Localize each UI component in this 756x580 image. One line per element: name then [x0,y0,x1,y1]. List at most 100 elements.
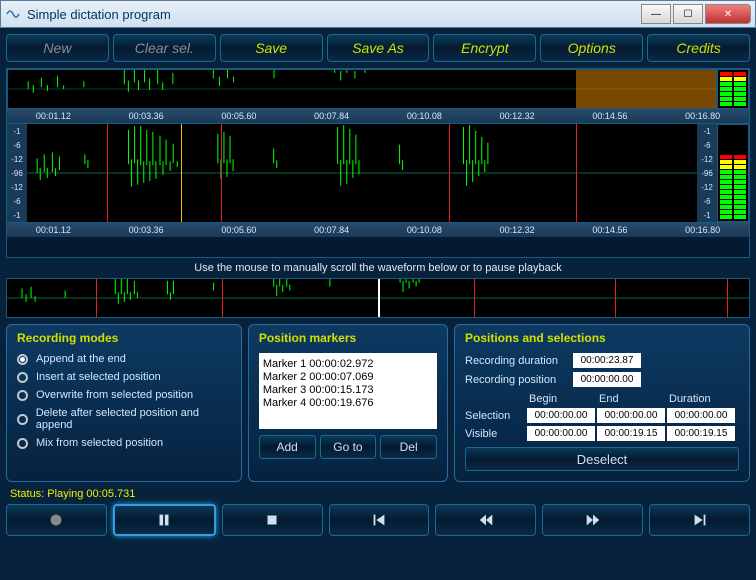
visible-duration-value: 00:00:19.15 [667,426,735,441]
db-tick: -12 [11,183,23,192]
window-title: Simple dictation program [27,7,639,22]
begin-header: Begin [529,393,597,405]
scroll-cursor [378,279,380,317]
ruler-tick: 00:16.80 [656,225,749,235]
positions-panel: Positions and selections Recording durat… [454,324,750,482]
record-button[interactable] [6,504,107,536]
visible-begin-value: 00:00:00.00 [527,426,595,441]
window-minimize-button[interactable]: — [641,4,671,24]
position-markers-title: Position markers [259,331,437,345]
skip-start-button[interactable] [329,504,430,536]
db-tick: -6 [13,141,20,150]
clear-selection-button[interactable]: Clear sel. [113,34,216,62]
db-tick: -1 [703,127,710,136]
radio-icon [17,372,28,383]
recording-mode-option[interactable]: Insert at selected position [17,371,231,383]
save-as-button[interactable]: Save As [327,34,430,62]
transport-bar [6,504,750,536]
radio-icon [17,414,28,425]
db-scale-right: -1-6-12-96-12-6-1 [697,124,717,222]
time-ruler-top: 00:01.1200:03.3600:05.6000:07.8400:10.08… [7,109,749,123]
deselect-button[interactable]: Deselect [465,447,739,471]
recording-mode-label: Overwrite from selected position [36,389,193,401]
window-close-button[interactable]: ✕ [705,4,751,24]
marker-line [221,124,222,222]
db-tick: -6 [703,141,710,150]
selection-end-value: 00:00:00.00 [597,408,665,423]
rewind-button[interactable] [435,504,536,536]
recording-mode-label: Delete after selected position and appen… [36,407,231,431]
db-tick: -12 [701,155,713,164]
overview-selection-region [576,70,716,108]
recording-mode-label: Append at the end [36,353,126,365]
recording-mode-label: Mix from selected position [36,437,163,449]
recording-duration-label: Recording duration [465,355,573,367]
db-tick: -1 [703,211,710,220]
marker-line [449,124,450,222]
ruler-tick: 00:01.12 [7,225,100,235]
db-tick: -1 [13,211,20,220]
ruler-tick: 00:12.32 [471,111,564,121]
marker-line [96,279,97,317]
marker-line [576,124,577,222]
db-tick: -12 [701,183,713,192]
visible-end-value: 00:00:19.15 [597,426,665,441]
marker-line [474,279,475,317]
positions-title: Positions and selections [465,331,739,345]
recording-modes-panel: Recording modes Append at the endInsert … [6,324,242,482]
marker-item[interactable]: Marker 1 00:00:02.972 [263,358,433,370]
new-button[interactable]: New [6,34,109,62]
window-maximize-button[interactable]: ☐ [673,4,703,24]
scroll-hint-text: Use the mouse to manually scroll the wav… [6,262,750,274]
db-tick: -96 [701,169,713,178]
credits-button[interactable]: Credits [647,34,750,62]
duration-header: Duration [669,393,737,405]
skip-end-button[interactable] [649,504,750,536]
marker-line [222,279,223,317]
ruler-tick: 00:07.84 [285,111,378,121]
db-tick: -6 [13,197,20,206]
level-meter-right [717,124,749,222]
ruler-tick: 00:10.08 [378,111,471,121]
position-markers-panel: Position markers Marker 1 00:00:02.972Ma… [248,324,448,482]
ruler-tick: 00:10.08 [378,225,471,235]
waveform-overview[interactable] [7,69,717,109]
selection-duration-value: 00:00:00.00 [667,408,735,423]
recording-mode-option[interactable]: Delete after selected position and appen… [17,407,231,431]
recording-position-label: Recording position [465,374,573,386]
recording-mode-option[interactable]: Mix from selected position [17,437,231,449]
marker-delete-button[interactable]: Del [380,435,437,459]
marker-item[interactable]: Marker 4 00:00:19.676 [263,397,433,409]
recording-mode-option[interactable]: Overwrite from selected position [17,389,231,401]
ruler-tick: 00:03.36 [100,225,193,235]
stop-button[interactable] [222,504,323,536]
playback-cursor [181,124,182,222]
db-tick: -1 [13,127,20,136]
encrypt-button[interactable]: Encrypt [433,34,536,62]
recording-mode-option[interactable]: Append at the end [17,353,231,365]
ruler-tick: 00:03.36 [100,111,193,121]
window-titlebar: Simple dictation program — ☐ ✕ [0,0,756,28]
main-toolbar: New Clear sel. Save Save As Encrypt Opti… [6,34,750,62]
forward-button[interactable] [542,504,643,536]
ruler-tick: 00:01.12 [7,111,100,121]
marker-list[interactable]: Marker 1 00:00:02.972Marker 2 00:00:07.0… [259,353,437,429]
waveform-detail[interactable] [27,124,697,222]
recording-mode-label: Insert at selected position [36,371,161,383]
radio-icon [17,438,28,449]
marker-item[interactable]: Marker 2 00:00:07.069 [263,371,433,383]
options-button[interactable]: Options [540,34,643,62]
status-text: Status: Playing 00:05.731 [10,488,746,500]
save-button[interactable]: Save [220,34,323,62]
pause-button[interactable] [113,504,216,536]
ruler-tick: 00:16.80 [656,111,749,121]
radio-icon [17,354,28,365]
ruler-tick: 00:05.60 [193,111,286,121]
selection-row-label: Selection [465,410,527,422]
waveform-scroll-strip[interactable] [6,278,750,318]
marker-add-button[interactable]: Add [259,435,316,459]
db-tick: -96 [11,169,23,178]
marker-goto-button[interactable]: Go to [320,435,377,459]
marker-item[interactable]: Marker 3 00:00:15.173 [263,384,433,396]
ruler-tick: 00:05.60 [193,225,286,235]
